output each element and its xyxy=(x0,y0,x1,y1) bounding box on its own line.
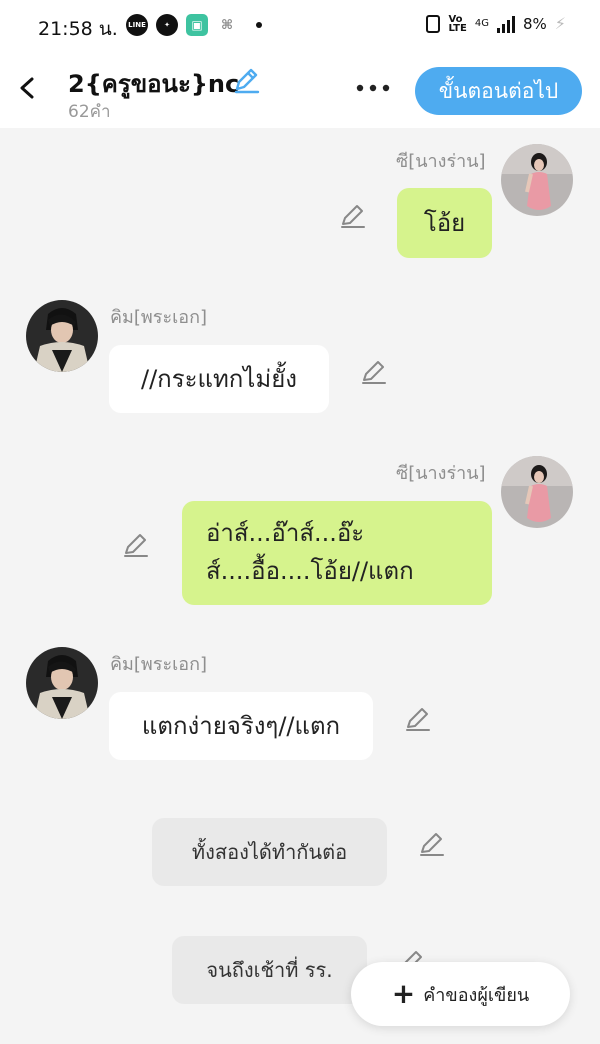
system-icons: Vo LTE 4G 8% ⚡ xyxy=(426,14,566,33)
next-step-button[interactable]: ขั้นตอนต่อไป xyxy=(415,67,582,115)
avatar-male[interactable] xyxy=(26,300,98,372)
speaker-name: คิม[พระเอก] xyxy=(110,307,208,328)
edit-message-icon[interactable] xyxy=(404,705,432,733)
messenger-icon: ✦ xyxy=(156,14,178,36)
editor-header: 2{ครูขอนะ}nc 62คำ ขั้นตอนต่อไป xyxy=(0,52,600,128)
status-time: 21:58 น. xyxy=(38,18,118,40)
narration-text: ทั้งสองได้ทำกันต่อ xyxy=(191,840,348,864)
chat-area: ซี[นางร่าน] โอ้ย คิม[พระเอก] //กระแทกไม่… xyxy=(0,128,600,1044)
edit-message-icon[interactable] xyxy=(122,531,150,559)
message-text-line: ส์....อื้อ....โอ้ย//แตก xyxy=(206,557,414,585)
avatar-female[interactable] xyxy=(501,144,573,216)
message-text-line: อ่าส์...อ๊าส์...อ๊ะ xyxy=(206,519,365,547)
plus-icon: + xyxy=(391,977,416,1010)
app-icon: ▣ xyxy=(186,14,208,36)
charging-icon: ⚡ xyxy=(554,14,566,33)
speaker-name: ซี[นางร่าน] xyxy=(396,151,486,172)
message-bubble[interactable]: แตกง่ายจริงๆ//แตก xyxy=(109,692,373,760)
message-text: //กระแทกไม่ยั้ง xyxy=(141,365,297,393)
narration-bubble[interactable]: จนถึงเช้าที่ รร. xyxy=(172,936,367,1004)
avatar-female[interactable] xyxy=(501,456,573,528)
narration-text: จนถึงเช้าที่ รร. xyxy=(206,958,333,982)
signal-icon xyxy=(496,15,515,33)
speaker-name: คิม[พระเอก] xyxy=(110,654,208,675)
author-note-button[interactable]: + คำของผู้เขียน xyxy=(351,962,570,1026)
status-bar: 21:58 น. LINE ✦ ▣ ⌘ Vo LTE 4G 8% ⚡ xyxy=(0,0,600,52)
edit-message-icon[interactable] xyxy=(360,358,388,386)
message-text: แตกง่ายจริงๆ//แตก xyxy=(141,712,341,740)
more-options-icon[interactable] xyxy=(355,74,391,102)
network-type: 4G xyxy=(474,18,489,29)
message-bubble[interactable]: อ่าส์...อ๊าส์...อ๊ะ ส์....อื้อ....โอ้ย//… xyxy=(182,501,492,605)
author-note-label: คำของผู้เขียน xyxy=(423,984,530,1006)
volte-icon: Vo LTE xyxy=(448,13,467,34)
vibrate-icon xyxy=(426,14,441,33)
edit-title-icon[interactable] xyxy=(232,66,260,94)
notification-icons: LINE ✦ ▣ ⌘ xyxy=(126,14,262,36)
avatar-male[interactable] xyxy=(26,647,98,719)
back-icon[interactable] xyxy=(14,70,42,106)
message-bubble[interactable]: //กระแทกไม่ยั้ง xyxy=(109,345,329,413)
narration-bubble[interactable]: ทั้งสองได้ทำกันต่อ xyxy=(152,818,387,886)
speaker-name: ซี[นางร่าน] xyxy=(396,463,486,484)
word-count: 62คำ xyxy=(68,102,111,122)
message-bubble[interactable]: โอ้ย xyxy=(397,188,492,258)
more-notifications-icon xyxy=(256,22,262,28)
game-icon: ⌘ xyxy=(216,14,238,36)
message-text: โอ้ย xyxy=(423,209,466,237)
edit-message-icon[interactable] xyxy=(418,830,446,858)
edit-message-icon[interactable] xyxy=(339,202,367,230)
line-icon: LINE xyxy=(126,14,148,36)
chat-editor-screen: 21:58 น. LINE ✦ ▣ ⌘ Vo LTE 4G 8% ⚡ 2{ครูข… xyxy=(0,0,600,1044)
battery-level: 8% xyxy=(522,14,547,33)
